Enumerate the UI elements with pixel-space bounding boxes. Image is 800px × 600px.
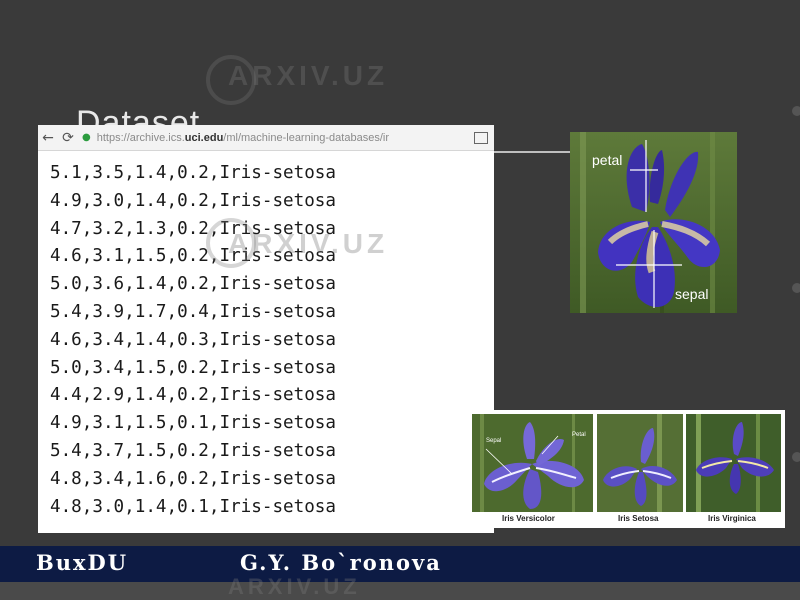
back-arrow-icon[interactable]: ←: [38, 130, 58, 146]
sepal-label: sepal: [675, 286, 709, 302]
footer-author: G.Y. Bo`ronova: [240, 550, 442, 575]
slide-dot: [792, 283, 800, 293]
slide-dot: [792, 452, 800, 462]
caption-virginica: Iris Virginica: [708, 514, 756, 523]
caption-setosa: Iris Setosa: [618, 514, 659, 523]
dataset-row: 4.6,3.1,1.5,0.2,Iris-setosa: [50, 246, 336, 267]
dataset-row: 5.0,3.6,1.4,0.2,Iris-setosa: [50, 274, 336, 295]
dataset-row: 4.8,3.0,1.4,0.1,Iris-setosa: [50, 496, 336, 517]
title-divider: [494, 151, 570, 153]
slide-dot: [792, 106, 800, 116]
iris-versicolor-image: Sepal Petal: [472, 414, 593, 512]
dataset-row: 4.9,3.1,1.5,0.1,Iris-setosa: [50, 413, 336, 434]
url-field[interactable]: https://archive.ics.uci.edu/ml/machine-l…: [97, 132, 474, 144]
petal-small-label: Petal: [572, 432, 586, 438]
dataset-row: 5.1,3.5,1.4,0.2,Iris-setosa: [50, 163, 336, 183]
dataset-row: 4.7,3.2,1.3,0.2,Iris-setosa: [50, 218, 336, 239]
refresh-icon[interactable]: ⟳: [58, 130, 78, 146]
petal-label: petal: [592, 152, 623, 168]
reader-icon[interactable]: [474, 131, 488, 144]
iris-flower-photo: petal sepal: [570, 132, 737, 313]
dataset-row: 5.4,3.7,1.5,0.2,Iris-setosa: [50, 440, 336, 461]
dataset-row: 5.0,3.4,1.5,0.2,Iris-setosa: [50, 357, 336, 378]
sepal-small-label: Sepal: [486, 438, 502, 444]
dataset-row: 5.4,3.9,1.7,0.4,Iris-setosa: [50, 301, 336, 322]
caption-versicolor: Iris Versicolor: [502, 514, 555, 523]
lock-icon: ●: [82, 132, 91, 143]
dataset-row: 4.4,2.9,1.4,0.2,Iris-setosa: [50, 385, 336, 406]
browser-address-bar: ← ⟳ ● https://archive.ics.uci.edu/ml/mac…: [38, 125, 494, 151]
dataset-text: 5.1,3.5,1.4,0.2,Iris-setosa 4.9,3.0,1.4,0…: [38, 151, 494, 521]
watermark-circle: [206, 55, 256, 105]
iris-setosa-image: [597, 414, 683, 512]
iris-virginica-image: [686, 414, 781, 512]
footer-strip: ARXIV.UZ: [0, 574, 800, 600]
footer-institution: BuxDU: [36, 550, 129, 575]
dataset-row: 4.9,3.0,1.4,0.2,Iris-setosa: [50, 190, 336, 211]
dataset-row: 4.8,3.4,1.6,0.2,Iris-setosa: [50, 468, 336, 489]
watermark-circle: [206, 218, 256, 268]
browser-window: ← ⟳ ● https://archive.ics.uci.edu/ml/mac…: [38, 125, 494, 533]
dataset-row: 4.6,3.4,1.4,0.3,Iris-setosa: [50, 329, 336, 350]
iris-species-panel: Sepal Petal Iris Versicolor Iris Setosa …: [468, 410, 785, 528]
footer-bar: BuxDU G.Y. Bo`ronova: [0, 546, 800, 582]
